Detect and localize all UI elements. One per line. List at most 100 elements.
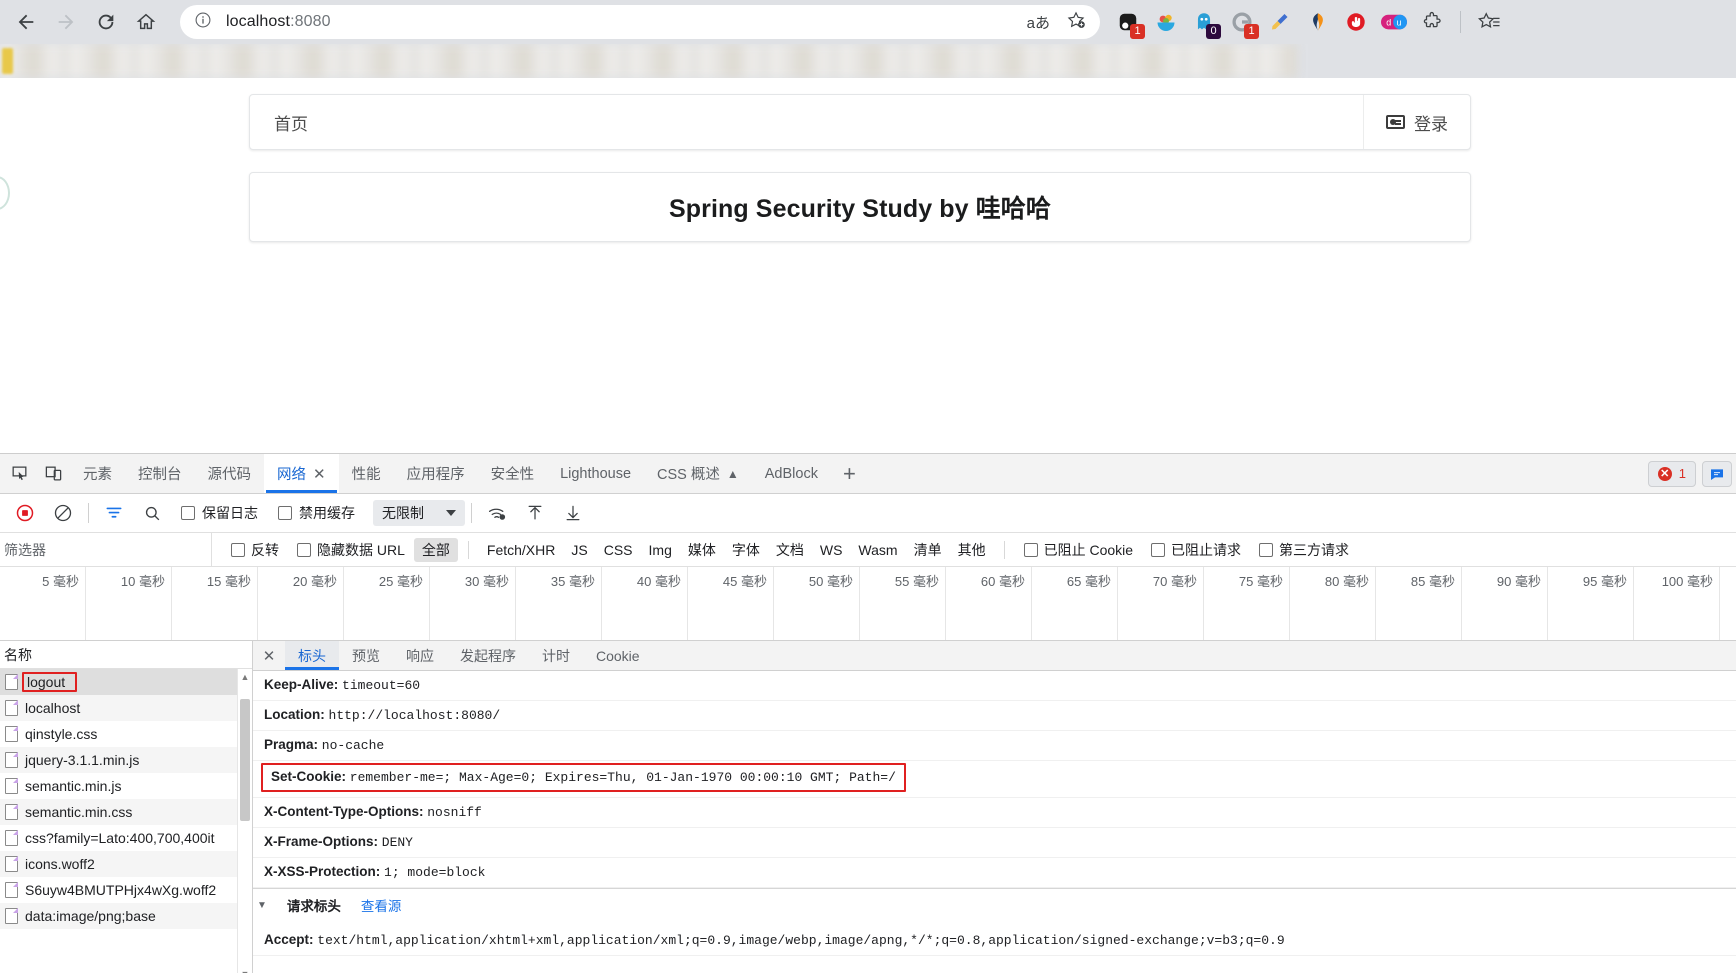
filter-toggle-icon[interactable] [95,494,133,532]
devtools-tab-application[interactable]: 应用程序 [394,454,478,493]
request-row-localhost[interactable]: localhost [0,695,252,721]
fruit-bowl-extension-icon[interactable] [1148,4,1184,40]
clear-button[interactable] [44,494,82,532]
request-row-qinstyle-css[interactable]: qinstyle.css [0,721,252,747]
forward-button[interactable] [46,2,86,42]
hide-data-urls-checkbox[interactable]: 隐藏数据 URL [288,540,414,560]
devtools-tab-performance[interactable]: 性能 [339,454,394,493]
view-source-link[interactable]: 查看源 [361,895,402,915]
checkbox-box[interactable] [278,506,292,520]
type-filter-js[interactable]: JS [563,540,595,560]
details-tab-response[interactable]: 响应 [393,641,447,670]
device-toolbar-icon[interactable] [36,454,70,493]
checkbox-box[interactable] [297,543,311,557]
du-extension-icon[interactable]: du [1376,4,1412,40]
request-row-icons-woff2[interactable]: icons.woff2 [0,851,252,877]
devtools-tab-console[interactable]: 控制台 [125,454,195,493]
dark-reader-extension-icon[interactable]: 1 [1110,4,1146,40]
type-filter-doc[interactable]: 文档 [768,538,812,562]
close-details-icon[interactable]: ✕ [253,641,285,670]
checkbox-box[interactable] [1024,543,1038,557]
request-row-semantic-min-css[interactable]: semantic.min.css [0,799,252,825]
scroll-down-icon[interactable]: ▼ [238,966,252,973]
adblock-extension-icon[interactable] [1338,4,1374,40]
devtools-tab-elements[interactable]: 元素 [70,454,125,493]
import-har-icon[interactable] [516,494,554,532]
request-headers-section[interactable]: ▼ 请求标头 查看源 [253,888,1736,921]
bookmarks-bar[interactable] [0,44,1736,78]
translate-icon[interactable]: aあ [1027,12,1050,33]
devtools-tab-adblock[interactable]: AdBlock [752,454,831,493]
request-row-semantic-min-js[interactable]: semantic.min.js [0,773,252,799]
request-row-logout[interactable]: logout [0,669,252,695]
checkbox-box[interactable] [1259,543,1273,557]
collections-icon[interactable] [1471,4,1507,40]
request-list-scrollbar[interactable]: ▲ ▼ [237,669,252,973]
type-filter-css[interactable]: CSS [596,540,641,560]
network-conditions-icon[interactable] [478,494,516,532]
chevron-down-icon[interactable]: ▼ [257,900,267,911]
inspect-element-icon[interactable] [2,454,36,493]
checkbox-box[interactable] [181,506,195,520]
add-panel-button[interactable]: + [831,454,868,493]
disable-cache-checkbox[interactable]: 禁用缓存 [268,503,365,523]
type-filter-ws[interactable]: WS [812,540,851,560]
add-favorite-icon[interactable] [1066,10,1086,35]
filter-input[interactable]: 筛选器 [0,533,212,566]
network-timeline-overview[interactable]: 5 毫秒 10 毫秒 15 毫秒 20 毫秒 25 毫秒 30 毫秒 35 毫秒… [0,567,1736,641]
nav-item-login[interactable]: 登录 [1363,95,1470,149]
details-tab-timing[interactable]: 计时 [529,641,583,670]
devtools-tab-security[interactable]: 安全性 [478,454,548,493]
request-row-jquery[interactable]: jquery-3.1.1.min.js [0,747,252,773]
search-icon[interactable] [133,494,171,532]
record-button[interactable] [6,494,44,532]
type-filter-img[interactable]: Img [641,540,680,560]
details-tab-headers[interactable]: 标头 [285,641,339,670]
ghostery-extension-icon[interactable]: 0 [1186,4,1222,40]
invert-checkbox[interactable]: 反转 [222,540,288,560]
type-filter-other[interactable]: 其他 [950,538,994,562]
scrollbar-thumb[interactable] [240,699,250,821]
blocked-requests-checkbox[interactable]: 已阻止请求 [1142,540,1250,560]
request-row-data-image[interactable]: data:image/png;base [0,903,252,929]
extensions-puzzle-icon[interactable] [1414,4,1450,40]
home-button[interactable] [126,2,166,42]
checkbox-box[interactable] [1151,543,1165,557]
nav-item-home[interactable]: 首页 [274,110,308,135]
simplenote-extension-icon[interactable] [1300,4,1336,40]
error-count-badge[interactable]: ✕ 1 [1648,461,1696,487]
devtools-tab-lighthouse[interactable]: Lighthouse [547,454,644,493]
feedback-icon[interactable] [1702,461,1732,487]
request-row-lato-woff2[interactable]: S6uyw4BMUTPHjx4wXg.woff2 [0,877,252,903]
blocked-cookies-checkbox[interactable]: 已阻止 Cookie [1015,540,1142,560]
checkbox-box[interactable] [231,543,245,557]
preserve-log-checkbox[interactable]: 保留日志 [171,503,268,523]
devtools-tab-network[interactable]: 网络 ✕ [264,454,339,493]
details-tab-cookies[interactable]: Cookie [583,641,653,670]
type-filter-font[interactable]: 字体 [724,538,768,562]
broom-cleaner-extension-icon[interactable] [1262,4,1298,40]
url-text[interactable]: localhost:8080 [226,13,1027,31]
export-har-icon[interactable] [554,494,592,532]
devtools-tab-sources[interactable]: 源代码 [195,454,265,493]
devtools-tab-css-overview[interactable]: CSS 概述 ▲ [644,454,752,493]
type-filter-fetch-xhr[interactable]: Fetch/XHR [479,540,563,560]
address-bar[interactable]: localhost:8080 aあ [180,5,1100,39]
request-row-google-fonts-css[interactable]: css?family=Lato:400,700,400it [0,825,252,851]
details-tab-preview[interactable]: 预览 [339,641,393,670]
type-filter-media[interactable]: 媒体 [680,538,724,562]
third-party-checkbox[interactable]: 第三方请求 [1250,540,1358,560]
type-filter-manifest[interactable]: 清单 [906,538,950,562]
site-info-icon[interactable] [194,11,212,34]
details-tab-initiator[interactable]: 发起程序 [447,641,529,670]
close-tab-icon[interactable]: ✕ [313,465,326,483]
back-button[interactable] [6,2,46,42]
type-filter-all[interactable]: 全部 [414,538,458,562]
throttle-dropdown[interactable]: 无限制 [373,500,465,526]
headers-content[interactable]: Keep-Alive: timeout=60 Location: http://… [253,671,1736,973]
grammarly-extension-icon[interactable]: 1 [1224,4,1260,40]
request-list-scroll[interactable]: logout localhost qinstyle.css jquery-3.1… [0,669,252,973]
type-filter-wasm[interactable]: Wasm [850,540,905,560]
scroll-up-icon[interactable]: ▲ [238,669,252,684]
reload-button[interactable] [86,2,126,42]
